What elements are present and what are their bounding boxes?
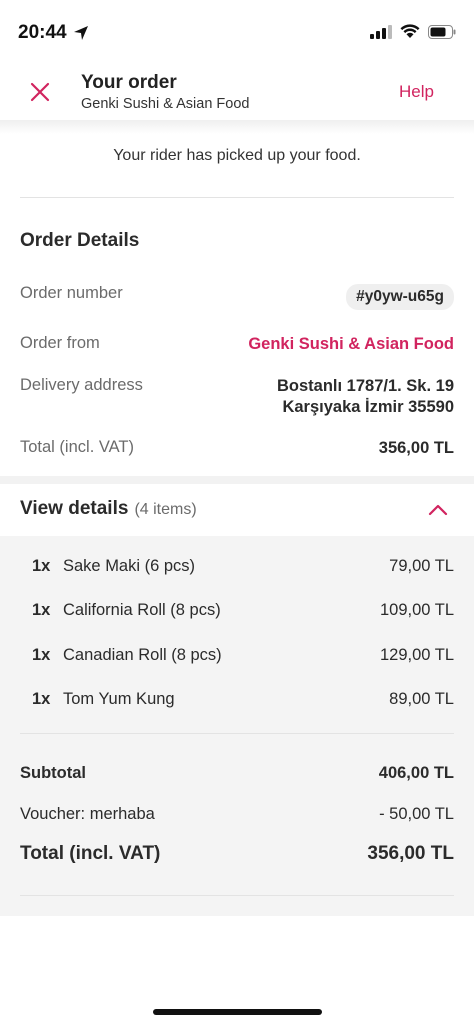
order-number-chip: #y0yw-u65g [346, 284, 454, 310]
item-name: Sake Maki (6 pcs) [63, 557, 196, 575]
item-quantity: 1x [32, 690, 51, 708]
delivery-status-message: Your rider has picked up your food. [0, 120, 474, 198]
total-value: 356,00 TL [378, 439, 454, 457]
item-price: 89,00 TL [389, 690, 454, 708]
subtotal-row: Subtotal 406,00 TL [0, 764, 474, 792]
item-name: Canadian Roll (8 pcs) [63, 646, 222, 664]
battery-icon [428, 24, 456, 39]
order-content: Your rider has picked up your food. Orde… [0, 120, 474, 920]
voucher-value: - 50,00 TL [379, 805, 454, 823]
order-details-title: Order Details [20, 230, 140, 251]
restaurant-link[interactable]: Genki Sushi & Asian Food [248, 334, 454, 355]
order-header: Your order Genki Sushi & Asian Food Help [0, 62, 474, 120]
divider [20, 733, 454, 734]
status-time-group: 20:44 [18, 22, 89, 44]
address-line-1: Bostanlı 1787/1. Sk. 19 [276, 377, 454, 395]
page-title: Your order [81, 72, 177, 93]
grand-total-row: Total (incl. VAT) 356,00 TL [0, 843, 474, 871]
item-quantity: 1x [32, 601, 51, 619]
order-from-label: Order from [20, 334, 100, 352]
item-name: Tom Yum Kung [63, 690, 175, 708]
home-indicator[interactable] [153, 1009, 322, 1015]
list-item: 1x Canadian Roll (8 pcs) 129,00 TL [0, 642, 474, 672]
delivery-address-value: Bostanlı 1787/1. Sk. 19 Karşıyaka İzmir … [277, 376, 454, 418]
location-arrow-icon [73, 26, 88, 40]
status-time: 20:44 [18, 22, 67, 43]
grand-total-value: 356,00 TL [367, 843, 454, 864]
list-item: 1x Tom Yum Kung 89,00 TL [0, 686, 474, 716]
voucher-label: Voucher: merhaba [20, 805, 155, 823]
subtotal-label: Subtotal [20, 764, 86, 782]
section-separator [0, 476, 474, 484]
list-item: 1x California Roll (8 pcs) 109,00 TL [0, 597, 474, 627]
status-icons [370, 24, 456, 39]
help-button[interactable]: Help [399, 82, 434, 102]
view-details-toggle[interactable]: View details (4 items) [0, 484, 474, 536]
divider [20, 895, 454, 896]
list-item: 1x Sake Maki (6 pcs) 79,00 TL [0, 553, 474, 583]
item-quantity: 1x [32, 557, 51, 575]
order-number-label: Order number [20, 284, 123, 302]
item-name: California Roll (8 pcs) [63, 601, 221, 619]
close-button[interactable] [22, 76, 58, 108]
subtotal-value: 406,00 TL [378, 764, 454, 782]
wifi-icon [400, 24, 420, 38]
status-bar: 20:44 [0, 0, 474, 62]
view-details-label-group: View details (4 items) [20, 498, 197, 520]
address-line-2: Karşıyaka İzmir 35590 [282, 398, 454, 416]
divider [20, 197, 454, 198]
order-items-panel: 1x Sake Maki (6 pcs) 79,00 TL 1x Califor… [0, 536, 474, 916]
item-count: (4 items) [134, 501, 197, 518]
total-label: Total (incl. VAT) [20, 438, 134, 456]
chevron-up-icon [428, 504, 448, 516]
delivery-address-label: Delivery address [20, 376, 143, 394]
voucher-row: Voucher: merhaba - 50,00 TL [0, 805, 474, 833]
item-quantity: 1x [32, 646, 51, 664]
close-icon [30, 82, 50, 102]
item-price: 109,00 TL [379, 601, 454, 619]
restaurant-subtitle: Genki Sushi & Asian Food [81, 96, 250, 112]
item-price: 79,00 TL [389, 557, 454, 575]
item-price: 129,00 TL [379, 646, 454, 664]
view-details-label: View details [20, 498, 129, 519]
cellular-signal-icon [370, 24, 392, 39]
grand-total-label: Total (incl. VAT) [20, 843, 161, 864]
